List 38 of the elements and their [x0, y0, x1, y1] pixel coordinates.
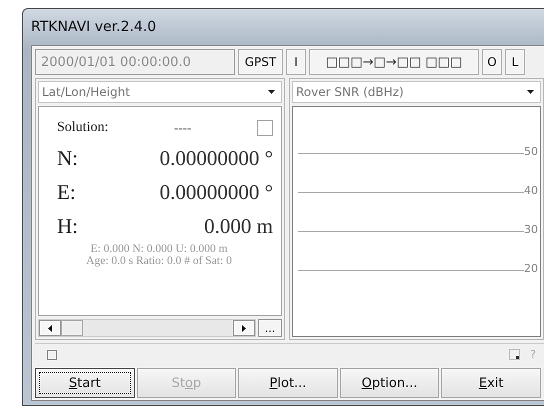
snr-mode-dropdown[interactable]: Rover SNR (dBHz) — [292, 81, 541, 103]
time-field: 2000/01/01 00:00:00.0 — [35, 49, 235, 75]
tick-label: 50 — [524, 145, 538, 158]
time-system-button[interactable]: GPST — [238, 49, 283, 75]
output-button[interactable]: O — [482, 49, 502, 75]
size-grip-icon — [509, 349, 520, 360]
stream-status: □□□→□→□□ □□□ — [309, 49, 479, 75]
coordinate-value: 0.00000000 ° — [160, 146, 273, 170]
solution-indicator — [257, 120, 273, 136]
status-indicator — [47, 350, 57, 360]
horizontal-scrollbar[interactable] — [38, 319, 256, 337]
coordinate-value: 0.000 m — [204, 214, 273, 238]
tick-label: 20 — [524, 262, 538, 275]
coordinate-value: 0.00000000 ° — [160, 180, 273, 204]
log-button[interactable]: L — [505, 49, 525, 75]
coordinate-label: N: — [57, 146, 78, 170]
solution-label: Solution: — [57, 120, 108, 136]
solution-value: ---- — [174, 120, 192, 136]
scroll-left-icon[interactable] — [39, 320, 61, 336]
coordinate-label: H: — [57, 214, 78, 238]
stats-text: Age: 0.0 s Ratio: 0.0 # of Sat: 0 — [85, 255, 233, 267]
caret-icon — [527, 90, 534, 94]
display-mode-dropdown[interactable]: Lat/Lon/Height — [38, 81, 282, 103]
action-button[interactable]: Option... — [340, 368, 440, 398]
input-button[interactable]: I — [286, 49, 306, 75]
deviation-text: E: 0.000 N: 0.000 U: 0.000 m — [89, 243, 229, 255]
action-button[interactable]: Start — [35, 368, 135, 398]
more-button[interactable]: ... — [258, 319, 282, 337]
help-text: ? — [530, 348, 536, 361]
scroll-thumb[interactable] — [61, 320, 83, 336]
coordinate-label: E: — [57, 180, 76, 204]
caret-icon — [268, 90, 275, 94]
window-title: RTKNAVI ver.2.4.0 — [31, 19, 156, 35]
action-button[interactable]: Plot... — [238, 368, 338, 398]
action-button[interactable]: Exit — [441, 368, 541, 398]
scroll-right-icon[interactable] — [233, 320, 255, 336]
tick-label: 40 — [524, 184, 538, 197]
tick-label: 30 — [524, 223, 538, 236]
